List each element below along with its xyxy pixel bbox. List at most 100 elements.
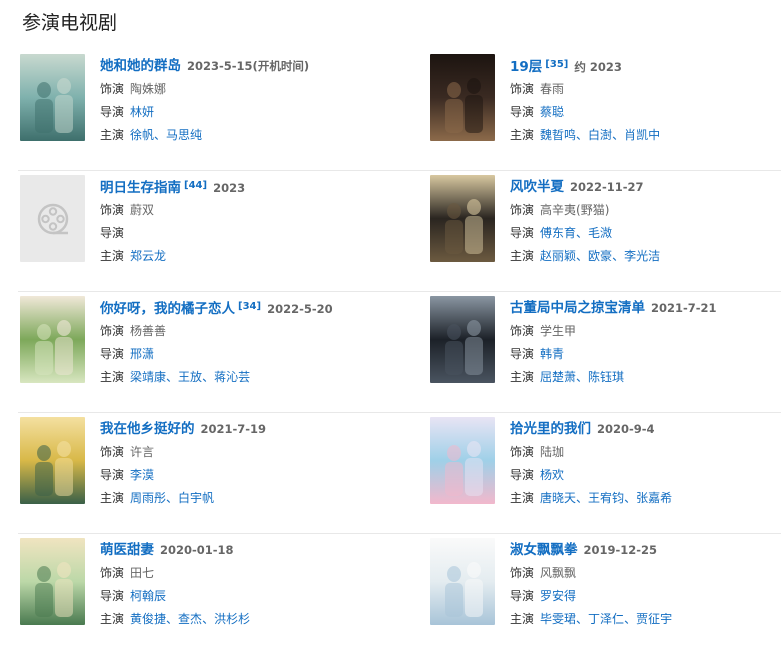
drama-card: 19层 [35] 约 2023 饰演 春雨 导演 蔡聪 主演 魏晢鸣、白澍、肖凯中 xyxy=(428,50,781,171)
drama-poster[interactable] xyxy=(20,175,85,262)
drama-info: 风吹半夏 2022-11-27 饰演 高辛夷(野猫) 导演 傅东育、毛溦 主演 赵丽颖、欧豪、… xyxy=(510,173,777,268)
director-link[interactable]: 毛溦 xyxy=(588,226,612,240)
role-row: 饰演 陶姝娜 xyxy=(100,78,424,101)
director-row: 导演 傅东育、毛溦 xyxy=(510,222,777,245)
drama-info: 明日生存指南 [44] 2023 饰演 蔚双 导演 主演 郑云龙 xyxy=(100,173,424,268)
cast-link[interactable]: 毕雯珺 xyxy=(540,612,576,626)
drama-title-link[interactable]: 我在他乡挺好的 xyxy=(100,421,195,437)
cast-link[interactable]: 唐晓天 xyxy=(540,491,576,505)
cast-link[interactable]: 丁泽仁 xyxy=(588,612,624,626)
separator: 、 xyxy=(202,370,215,384)
reference-link[interactable]: [34] xyxy=(238,301,261,312)
cast-link[interactable]: 黄俊捷 xyxy=(130,612,166,626)
drama-card: 风吹半夏 2022-11-27 饰演 高辛夷(野猫) 导演 傅东育、毛溦 主演 赵丽颖、欧豪、… xyxy=(428,171,781,292)
cast-link[interactable]: 周雨彤 xyxy=(130,491,166,505)
separator: 、 xyxy=(166,612,179,626)
reference-link[interactable]: [44] xyxy=(184,180,207,191)
director-label: 导演 xyxy=(510,347,535,361)
cast-link[interactable]: 肖凯中 xyxy=(624,128,660,142)
drama-title-link[interactable]: 古董局中局之掠宝清单 xyxy=(510,300,645,316)
cast-link[interactable]: 王宥钧 xyxy=(588,491,624,505)
drama-date: 2021-7-19 xyxy=(200,422,267,436)
cast-link[interactable]: 郑云龙 xyxy=(130,249,166,263)
drama-title-link[interactable]: 她和她的群岛 xyxy=(100,58,181,74)
cast-label: 主演 xyxy=(100,249,125,263)
director-link[interactable]: 柯翰辰 xyxy=(130,589,166,603)
director-link[interactable]: 傅东育 xyxy=(540,226,576,240)
drama-poster[interactable] xyxy=(430,538,495,625)
director-row: 导演 韩青 xyxy=(510,343,777,366)
drama-title-link[interactable]: 萌医甜妻 xyxy=(100,542,154,558)
cast-link[interactable]: 马思纯 xyxy=(166,128,202,142)
tv-drama-section: 参演电视剧 她和她的群岛 2023-5-15(开机时间) 饰演 陶姝娜 导演 林妍 主演 徐帆… xyxy=(0,0,781,640)
cast-link[interactable]: 白澍 xyxy=(588,128,612,142)
cast-link[interactable]: 白宇帆 xyxy=(178,491,214,505)
drama-info: 你好呀，我的橘子恋人 [34] 2022-5-20 饰演 杨善善 导演 邢潇 主演 梁靖康、王放… xyxy=(100,294,424,389)
drama-poster[interactable] xyxy=(20,538,85,625)
drama-title-link[interactable]: 明日生存指南 xyxy=(100,180,181,196)
drama-poster[interactable] xyxy=(430,175,495,262)
role-value: 田七 xyxy=(130,566,155,580)
director-link[interactable]: 邢潇 xyxy=(130,347,154,361)
director-link[interactable]: 罗安得 xyxy=(540,589,576,603)
role-value: 杨善善 xyxy=(130,324,167,338)
drama-title-link[interactable]: 你好呀，我的橘子恋人 xyxy=(100,301,235,317)
cast-link[interactable]: 查杰 xyxy=(178,612,202,626)
drama-info: 古董局中局之掠宝清单 2021-7-21 饰演 学生甲 导演 韩青 主演 屈楚萧、陈钰琪 xyxy=(510,294,777,389)
director-link[interactable]: 杨欢 xyxy=(540,468,564,482)
director-link[interactable]: 蔡聪 xyxy=(540,105,564,119)
director-link[interactable]: 韩青 xyxy=(540,347,564,361)
cast-link[interactable]: 梁靖康 xyxy=(130,370,166,384)
director-row: 导演 xyxy=(100,222,424,245)
drama-poster[interactable] xyxy=(430,417,495,504)
cast-link[interactable]: 欧豪 xyxy=(588,249,612,263)
drama-poster[interactable] xyxy=(20,54,85,141)
cast-link[interactable]: 魏晢鸣 xyxy=(540,128,576,142)
reference-link[interactable]: [35] xyxy=(545,59,568,70)
separator: 、 xyxy=(624,612,637,626)
director-label: 导演 xyxy=(510,589,535,603)
separator: 、 xyxy=(612,249,625,263)
separator: 、 xyxy=(202,612,215,626)
role-value: 许言 xyxy=(130,445,155,459)
drama-info: 19层 [35] 约 2023 饰演 春雨 导演 蔡聪 主演 魏晢鸣、白澍、肖凯中 xyxy=(510,52,777,147)
director-link[interactable]: 李漠 xyxy=(130,468,154,482)
drama-info: 拾光里的我们 2020-9-4 饰演 陆珈 导演 杨欢 主演 唐晓天、王宥钧、张嘉希 xyxy=(510,415,777,510)
drama-poster[interactable] xyxy=(430,296,495,383)
role-row: 饰演 许言 xyxy=(100,441,424,464)
role-value: 春雨 xyxy=(540,82,565,96)
drama-title-link[interactable]: 19层 xyxy=(510,59,542,75)
cast-link[interactable]: 洪杉杉 xyxy=(214,612,250,626)
cast-link[interactable]: 王放 xyxy=(178,370,202,384)
cast-link[interactable]: 徐帆 xyxy=(130,128,154,142)
drama-grid: 她和她的群岛 2023-5-15(开机时间) 饰演 陶姝娜 导演 林妍 主演 徐帆、马思纯 19… xyxy=(18,50,781,655)
drama-poster[interactable] xyxy=(430,54,495,141)
separator: 、 xyxy=(166,491,179,505)
drama-date: 2023-5-15(开机时间) xyxy=(187,59,310,73)
cast-link[interactable]: 蒋沁芸 xyxy=(214,370,250,384)
role-label: 饰演 xyxy=(510,566,535,580)
cast-label: 主演 xyxy=(100,128,125,142)
title-line: 拾光里的我们 2020-9-4 xyxy=(510,415,777,441)
cast-link[interactable]: 屈楚萧 xyxy=(540,370,576,384)
cast-link[interactable]: 贾征宇 xyxy=(636,612,672,626)
drama-title-link[interactable]: 淑女飘飘拳 xyxy=(510,542,578,558)
cast-link[interactable]: 陈钰琪 xyxy=(588,370,624,384)
separator: 、 xyxy=(576,128,589,142)
cast-link[interactable]: 张嘉希 xyxy=(636,491,672,505)
title-line: 风吹半夏 2022-11-27 xyxy=(510,173,777,199)
title-line: 我在他乡挺好的 2021-7-19 xyxy=(100,415,424,441)
director-link[interactable]: 林妍 xyxy=(130,105,154,119)
cast-row: 主演 唐晓天、王宥钧、张嘉希 xyxy=(510,487,777,510)
director-label: 导演 xyxy=(100,347,125,361)
drama-poster[interactable] xyxy=(20,417,85,504)
drama-poster[interactable] xyxy=(20,296,85,383)
separator: 、 xyxy=(576,370,589,384)
cast-link[interactable]: 李光洁 xyxy=(624,249,660,263)
drama-title-link[interactable]: 拾光里的我们 xyxy=(510,421,591,437)
drama-card: 古董局中局之掠宝清单 2021-7-21 饰演 学生甲 导演 韩青 主演 屈楚萧、陈钰琪 xyxy=(428,292,781,413)
drama-date: 2022-5-20 xyxy=(267,302,333,316)
drama-title-link[interactable]: 风吹半夏 xyxy=(510,179,564,195)
cast-link[interactable]: 赵丽颖 xyxy=(540,249,576,263)
role-value: 高辛夷(野猫) xyxy=(540,203,610,217)
